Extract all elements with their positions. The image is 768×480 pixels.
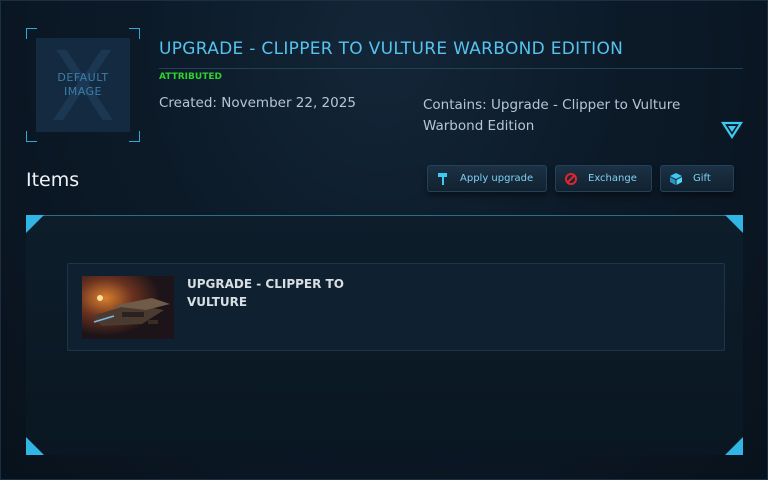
thumbnail-corner [129,131,140,142]
default-image-line2: IMAGE [63,85,103,98]
item-name: UPGRADE - CLIPPER TO VULTURE [187,277,344,309]
panel-corner-top-left [26,215,44,233]
pledge-detail-panel: X DEFAULT IMAGE UPGRADE - CLIPPER TO VUL… [0,0,768,480]
thumbnail-corner [26,131,37,142]
panel-corner-top-right [725,215,743,233]
chevron-down-triangle-icon[interactable] [720,121,744,140]
hammer-icon [436,172,450,186]
panel-corner-bottom-left [26,437,44,455]
default-image-line1: DEFAULT [57,71,109,84]
exchange-button[interactable]: Exchange [555,165,652,192]
pledge-title: UPGRADE - CLIPPER TO VULTURE WARBOND EDI… [159,39,624,59]
items-heading: Items [26,169,80,191]
thumbnail-corner [129,28,140,39]
items-panel-top-border [26,215,743,216]
contains-text: Contains: Upgrade - Clipper to Vulture W… [423,97,681,134]
gift-box-icon [669,172,683,186]
gift-button[interactable]: Gift [660,165,734,192]
gift-label: Gift [693,173,711,184]
apply-upgrade-button[interactable]: Apply upgrade [427,165,547,192]
status-badge: ATTRIBUTED [159,72,222,82]
default-image-placeholder: X DEFAULT IMAGE [36,38,130,132]
default-image-label: DEFAULT IMAGE [36,71,130,99]
panel-corner-bottom-right [725,437,743,455]
list-item[interactable]: UPGRADE - CLIPPER TO VULTURE [67,263,725,351]
ship-image [82,276,174,339]
apply-upgrade-label: Apply upgrade [460,173,534,184]
title-divider [159,68,743,69]
circle-slash-icon [564,172,578,186]
exchange-label: Exchange [588,173,637,184]
pledge-thumbnail: X DEFAULT IMAGE [26,28,140,142]
created-date: Created: November 22, 2025 [159,95,356,111]
